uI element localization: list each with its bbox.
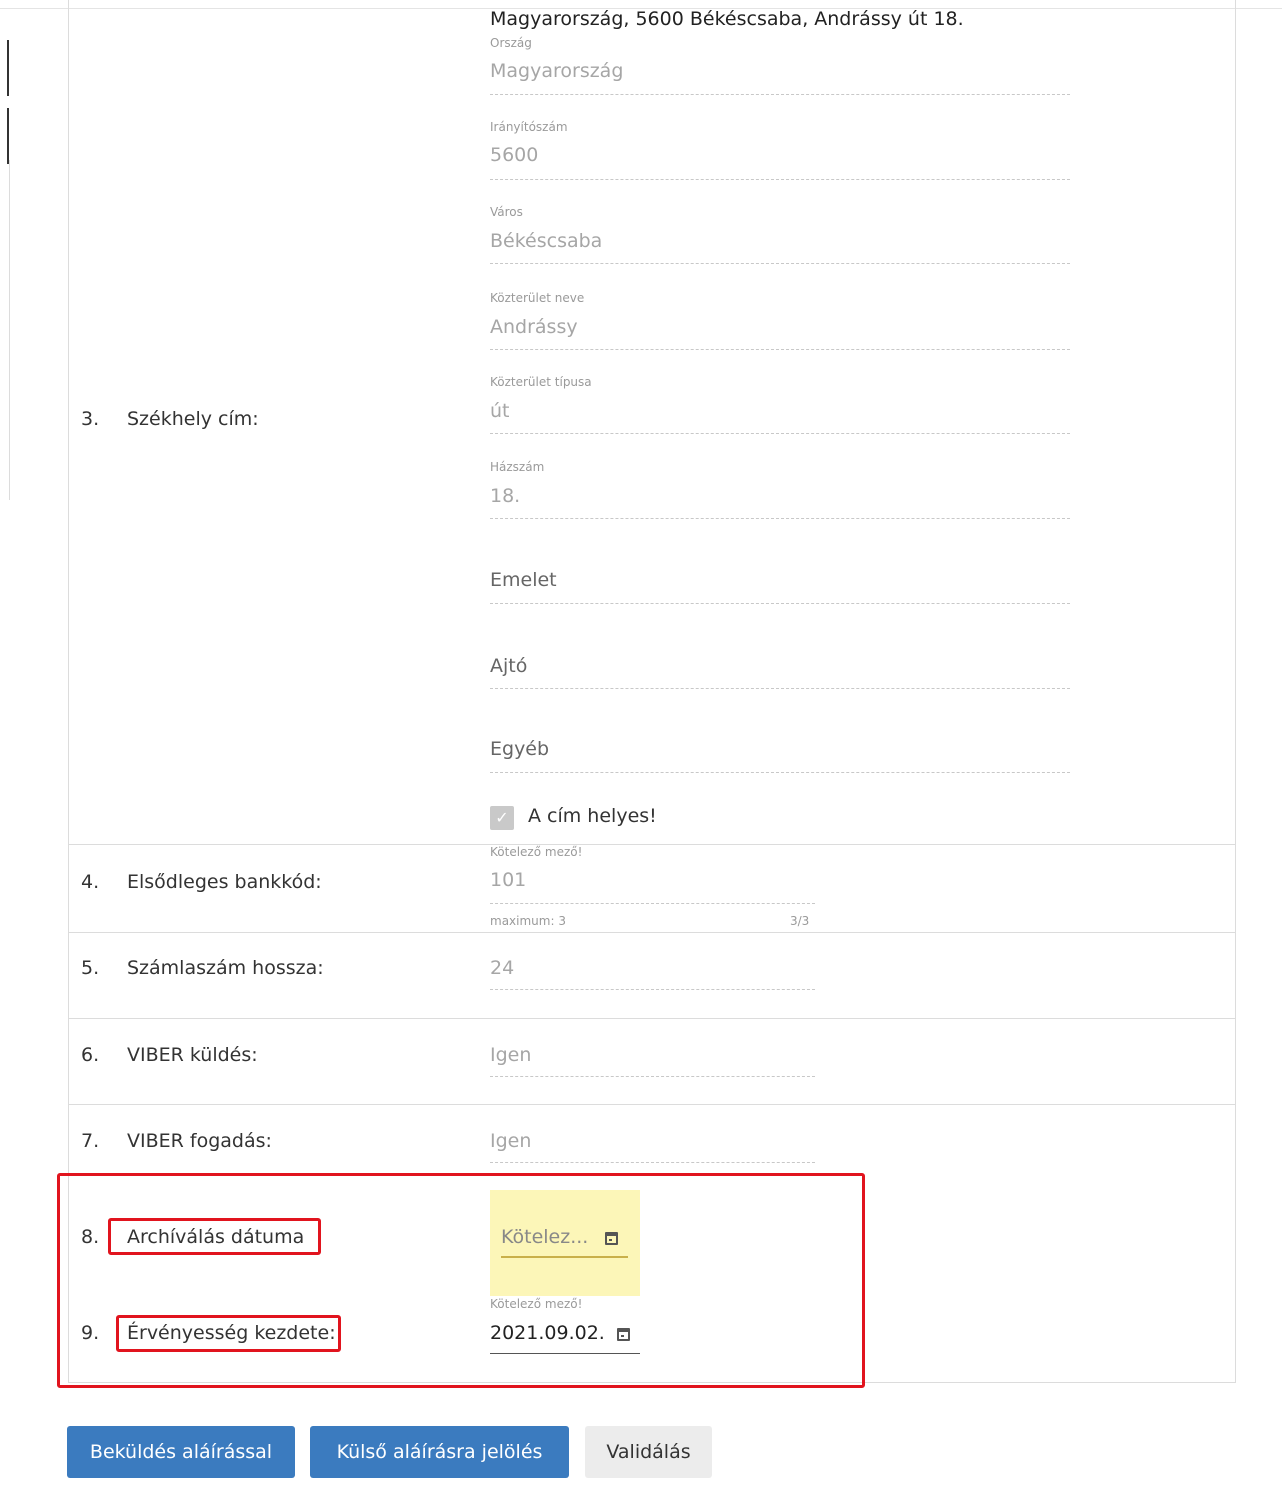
field-underline: [490, 518, 1070, 519]
row-number: 4.: [81, 871, 100, 893]
left-edge-marker: [7, 40, 9, 96]
address-summary: Magyarország, 5600 Békéscsaba, Andrássy …: [490, 8, 964, 30]
primary-bank-code-value: 101: [490, 869, 527, 891]
mark-for-external-signature-button[interactable]: Külső aláírásra jelölés: [310, 1426, 569, 1478]
row-label-primary-bank-code: Elsődleges bankkód:: [127, 871, 322, 893]
viber-send-value: Igen: [490, 1044, 532, 1066]
field-underline: [490, 433, 1070, 434]
address-correct-label: A cím helyes!: [528, 805, 657, 827]
row-number: 3.: [81, 408, 100, 430]
left-edge-marker: [7, 108, 9, 164]
address-correct-checkbox[interactable]: ✓: [490, 806, 514, 830]
street-name-value: Andrássy: [490, 316, 578, 338]
left-edge-line: [9, 160, 10, 500]
country-label: Ország: [490, 36, 532, 50]
field-underline: [490, 903, 815, 904]
account-number-length-value: 24: [490, 957, 515, 979]
row-divider: [68, 1018, 1236, 1019]
row-divider: [68, 844, 1236, 845]
row-number: 6.: [81, 1044, 100, 1066]
floor-placeholder: Emelet: [490, 569, 557, 591]
field-underline: [490, 1162, 815, 1163]
highlight-box-rows: [57, 1173, 865, 1388]
row-number: 7.: [81, 1130, 100, 1152]
char-counter: 3/3: [790, 914, 810, 928]
field-underline: [490, 688, 1070, 689]
row-label-viber-send: VIBER küldés:: [127, 1044, 258, 1066]
house-number-value: 18.: [490, 485, 521, 507]
field-underline: [490, 603, 1070, 604]
row-label-viber-receive: VIBER fogadás:: [127, 1130, 272, 1152]
field-underline: [490, 989, 815, 990]
row-divider: [68, 1104, 1236, 1105]
row-label-seat-address: Székhely cím:: [127, 408, 259, 430]
field-underline: [490, 94, 1070, 95]
viber-receive-value: Igen: [490, 1130, 532, 1152]
postal-code-label: Irányítószám: [490, 120, 568, 134]
required-hint: Kötelező mező!: [490, 845, 583, 859]
street-type-value: út: [490, 400, 510, 422]
street-type-label: Közterület típusa: [490, 375, 592, 389]
field-underline: [490, 1076, 815, 1077]
door-placeholder: Ajtó: [490, 655, 528, 677]
postal-code-value: 5600: [490, 144, 539, 166]
city-label: Város: [490, 205, 523, 219]
max-length-hint: maximum: 3: [490, 914, 566, 928]
house-number-label: Házszám: [490, 460, 545, 474]
row-number: 5.: [81, 957, 100, 979]
validate-button[interactable]: Validálás: [585, 1426, 712, 1478]
row-label-account-number-length: Számlaszám hossza:: [127, 957, 324, 979]
street-name-label: Közterület neve: [490, 291, 585, 305]
row-divider: [68, 932, 1236, 933]
submit-with-signature-button[interactable]: Beküldés aláírással: [67, 1426, 295, 1478]
field-underline: [490, 349, 1070, 350]
field-underline: [490, 179, 1070, 180]
other-placeholder: Egyéb: [490, 738, 550, 760]
field-underline: [490, 772, 1070, 773]
highlight-box-validity-label: [116, 1315, 341, 1352]
country-value: Magyarország: [490, 60, 624, 82]
highlight-box-archive-label: [108, 1218, 321, 1255]
field-underline: [490, 263, 1070, 264]
city-value: Békéscsaba: [490, 230, 603, 252]
